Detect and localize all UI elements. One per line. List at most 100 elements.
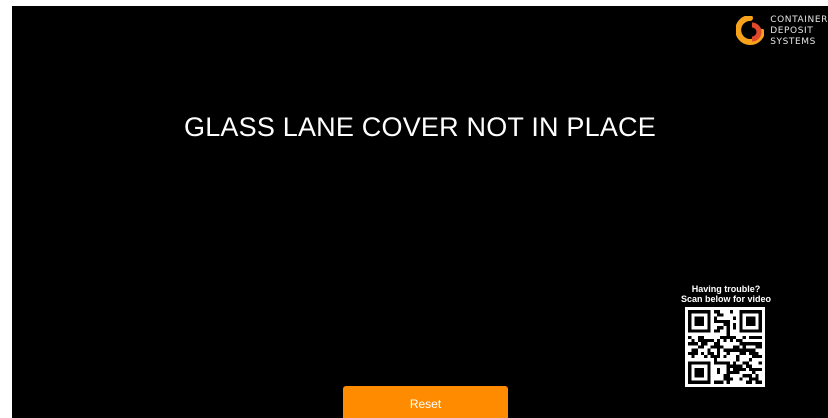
qr-module [758, 319, 762, 323]
qr-module [752, 351, 756, 355]
qr-module [717, 380, 721, 384]
qr-module [758, 361, 762, 365]
qr-module [752, 355, 756, 359]
qr-module [717, 355, 721, 359]
qr-module [707, 351, 711, 355]
qr-module [726, 374, 730, 378]
qr-module [752, 367, 756, 371]
qr-module [726, 323, 730, 327]
qr-module [688, 319, 692, 323]
qr-module [752, 371, 756, 375]
qr-module [726, 329, 730, 333]
qr-module [694, 361, 698, 365]
qr-module [707, 371, 711, 375]
qr-module [749, 319, 753, 323]
qr-module [723, 335, 727, 339]
qr-module [691, 351, 695, 355]
qr-module [739, 329, 743, 333]
qr-module [701, 380, 705, 384]
qr-module [733, 323, 737, 327]
qr-module [758, 323, 762, 327]
qr-module [742, 345, 746, 349]
qr-module [707, 319, 711, 323]
qr-module [758, 345, 762, 349]
qr-module [755, 374, 759, 378]
qr-module [704, 380, 708, 384]
qr-module [736, 339, 740, 343]
qr-module [717, 371, 721, 375]
qr-module [688, 364, 692, 368]
qr-module [745, 316, 749, 320]
qr-module [713, 345, 717, 349]
qr-module [688, 380, 692, 384]
qr-module [739, 326, 743, 330]
qr-module [717, 361, 721, 365]
qr-module [694, 348, 698, 352]
qr-module [755, 342, 759, 346]
qr-module [739, 319, 743, 323]
qr-module [726, 319, 730, 323]
qr-module [745, 380, 749, 384]
qr-module [710, 345, 714, 349]
reset-button[interactable]: Reset [343, 386, 508, 418]
qr-module [739, 313, 743, 317]
qr-module [704, 339, 708, 343]
qr-module [701, 361, 705, 365]
qr-module [720, 326, 724, 330]
brand-line-3: SYSTEMS [770, 37, 816, 47]
qr-module [758, 335, 762, 339]
qr-module [707, 339, 711, 343]
qr-module [707, 316, 711, 320]
qr-module [755, 377, 759, 381]
qr-module [710, 339, 714, 343]
qr-module [697, 339, 701, 343]
qr-module [752, 319, 756, 323]
qr-module [726, 367, 730, 371]
qr-module [736, 345, 740, 349]
qr-module [733, 364, 737, 368]
qr-module [745, 348, 749, 352]
qr-module [752, 310, 756, 314]
qr-module [739, 367, 743, 371]
qr-module [694, 319, 698, 323]
qr-module [733, 345, 737, 349]
qr-module [749, 316, 753, 320]
qr-module [688, 371, 692, 375]
qr-module [701, 351, 705, 355]
qr-module [694, 351, 698, 355]
kiosk-screen: CONTAINER DEPOSIT SYSTEMS GLASS LANE COV… [12, 6, 828, 418]
qr-module [723, 319, 727, 323]
qr-module [752, 342, 756, 346]
qr-module [697, 319, 701, 323]
qr-module [726, 380, 730, 384]
qr-module [717, 339, 721, 343]
qr-module [694, 367, 698, 371]
qr-module [701, 371, 705, 375]
qr-module [717, 345, 721, 349]
qr-module [739, 323, 743, 327]
qr-module [694, 342, 698, 346]
qr-module [697, 374, 701, 378]
qr-module [717, 313, 721, 317]
qr-module [745, 323, 749, 327]
qr-module [726, 377, 730, 381]
qr-module [707, 361, 711, 365]
qr-module [694, 374, 698, 378]
qr-module [697, 345, 701, 349]
qr-module [736, 358, 740, 362]
qr-module [713, 342, 717, 346]
qr-module [701, 345, 705, 349]
qr-module [749, 380, 753, 384]
qr-module [745, 374, 749, 378]
qr-module [688, 351, 692, 355]
qr-module [739, 342, 743, 346]
qr-module [742, 310, 746, 314]
qr-module [691, 339, 695, 343]
qr-module [726, 364, 730, 368]
qr-module [733, 326, 737, 330]
qr-module [739, 348, 743, 352]
qr-module [707, 380, 711, 384]
qr-module [688, 313, 692, 317]
qr-module [733, 316, 737, 320]
help-text: Having trouble? Scan below for video [664, 284, 788, 304]
